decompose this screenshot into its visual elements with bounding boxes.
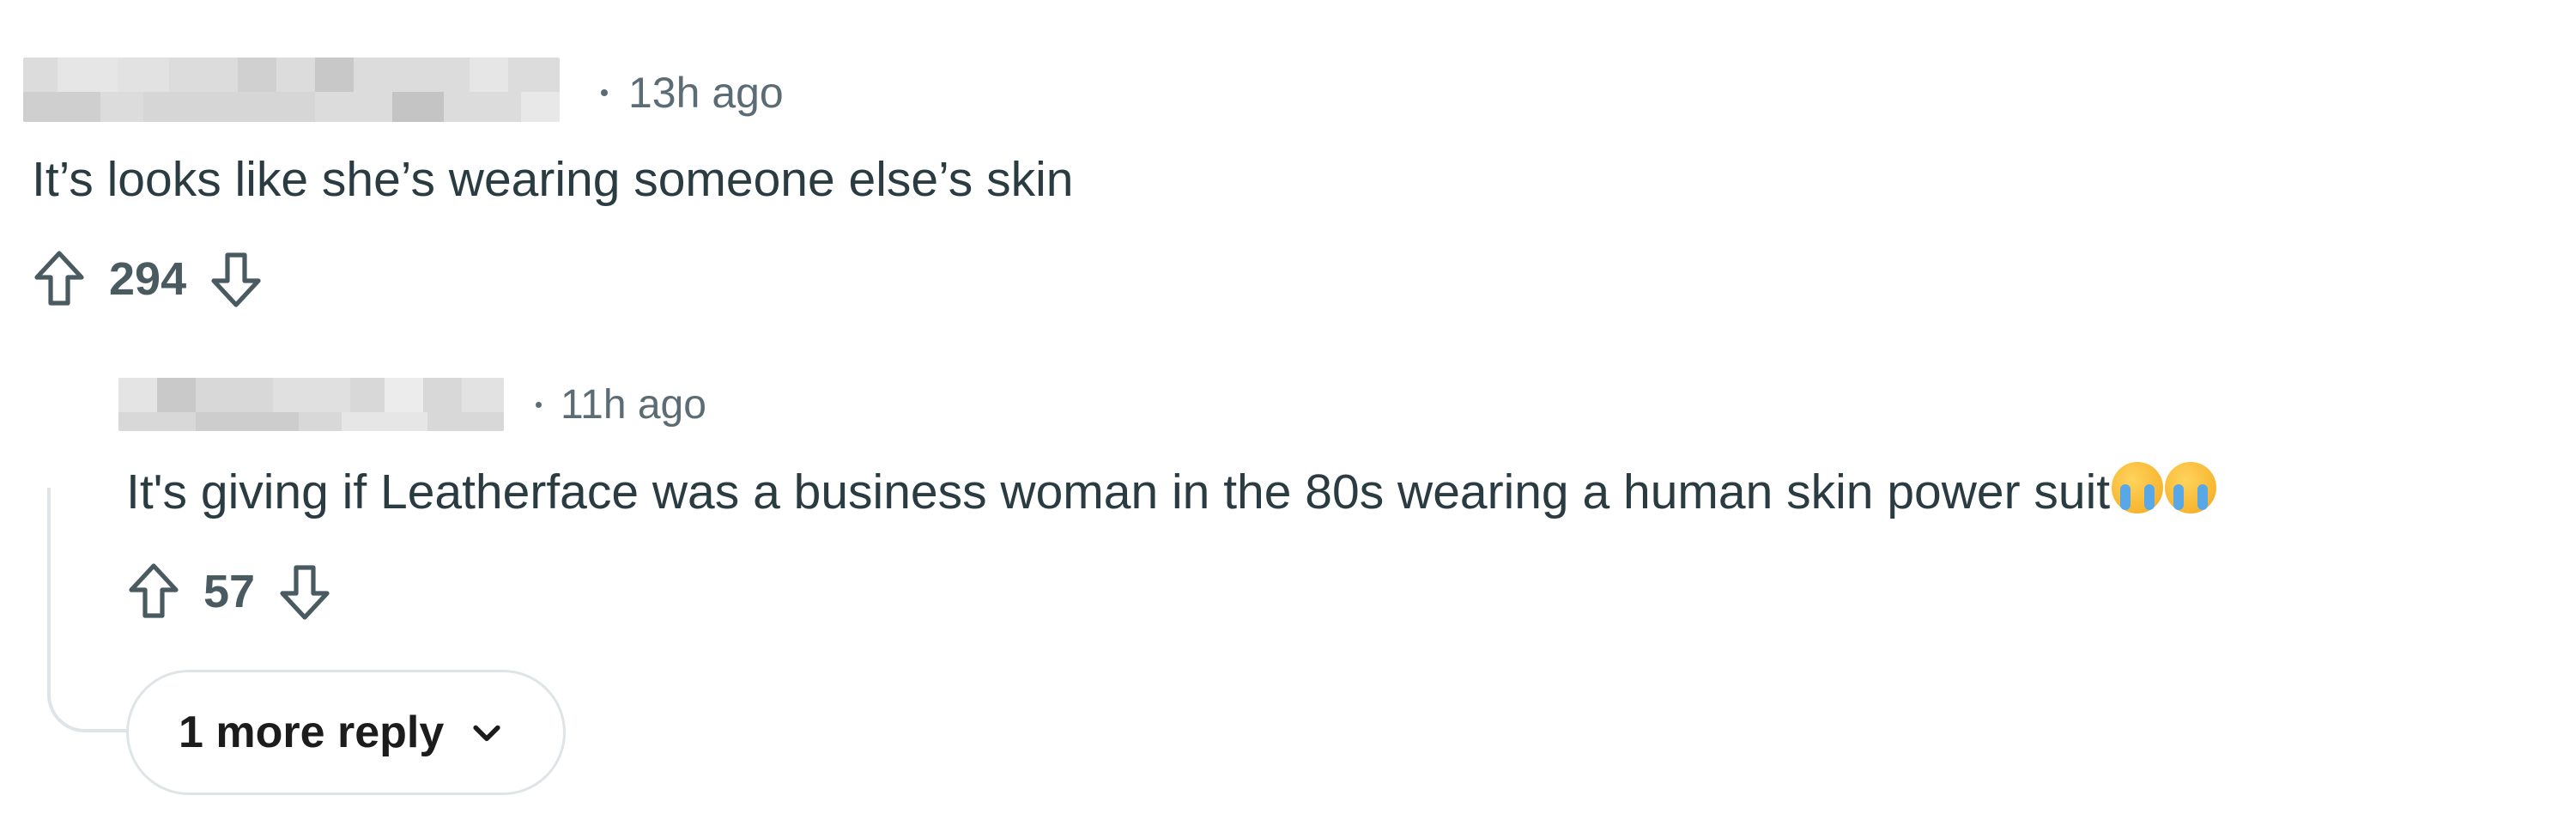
username-redacted[interactable] bbox=[118, 378, 504, 431]
loudly-crying-face-emoji bbox=[2112, 462, 2164, 513]
comment-actions: 294 bbox=[32, 247, 264, 311]
vote-score: 57 bbox=[203, 566, 256, 617]
more-replies-button[interactable]: 1 more reply bbox=[126, 670, 566, 795]
reply-actions: 57 bbox=[126, 560, 332, 623]
more-replies-label: 1 more reply bbox=[179, 708, 445, 757]
comment-body: It’s looks like she’s wearing someone el… bbox=[32, 152, 1074, 207]
separator-dot bbox=[601, 89, 608, 96]
thread-line bbox=[47, 488, 129, 732]
reply-timestamp[interactable]: 11h ago bbox=[561, 381, 706, 428]
separator-dot bbox=[536, 401, 542, 408]
downvote-icon[interactable] bbox=[277, 560, 332, 623]
loudly-crying-face-emoji bbox=[2165, 462, 2217, 513]
comment-meta: 13h ago bbox=[601, 67, 784, 118]
reply-text: It's giving if Leatherface was a busines… bbox=[126, 465, 2111, 519]
upvote-icon[interactable] bbox=[32, 247, 87, 311]
downvote-icon[interactable] bbox=[209, 247, 264, 311]
username-redacted[interactable] bbox=[23, 58, 560, 122]
chevron-down-icon bbox=[468, 714, 506, 751]
comment-timestamp[interactable]: 13h ago bbox=[628, 68, 784, 118]
vote-score: 294 bbox=[109, 253, 187, 305]
upvote-icon[interactable] bbox=[126, 560, 181, 623]
reply-body: It's giving if Leatherface was a busines… bbox=[126, 462, 2217, 520]
reply-meta: 11h ago bbox=[536, 380, 706, 428]
